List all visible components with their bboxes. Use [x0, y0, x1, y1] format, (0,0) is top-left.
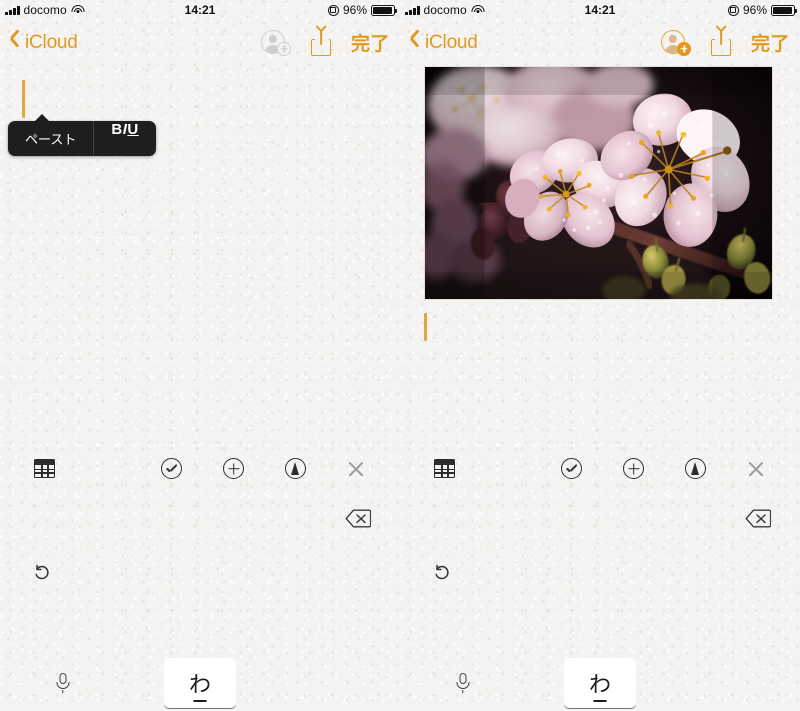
back-button-label: iCloud [425, 32, 478, 54]
menu-item-paste[interactable]: ペースト [8, 121, 93, 156]
close-keyboard-icon[interactable] [347, 459, 366, 478]
table-icon[interactable] [34, 459, 55, 478]
chevron-left-icon [410, 33, 421, 52]
text-caret [424, 313, 427, 341]
share-arrow-icon [320, 30, 322, 45]
add-collaborator-button[interactable] [661, 30, 691, 56]
share-button[interactable] [311, 30, 331, 56]
note-body-left[interactable]: ペースト BIU [0, 65, 400, 448]
battery-icon [371, 5, 395, 16]
menu-item-format-biu[interactable]: BIU [93, 121, 155, 156]
status-bar-right: docomo 14:21 96% [400, 0, 800, 20]
undo-icon [432, 562, 452, 582]
rotation-lock-icon [328, 5, 339, 16]
mic-icon [56, 673, 70, 693]
share-arrow-icon [720, 30, 722, 45]
done-button[interactable]: 完了 [351, 29, 390, 56]
markup-pen-icon[interactable] [285, 458, 306, 479]
rotation-lock-icon [728, 5, 739, 16]
status-bar-left: docomo 14:21 96% [0, 0, 400, 20]
status-right-group: 96% [728, 3, 795, 17]
back-button-icloud[interactable]: iCloud [10, 32, 78, 54]
share-button[interactable] [711, 30, 731, 56]
underline-label: U [127, 121, 138, 138]
back-button-label: iCloud [25, 32, 78, 54]
battery-percent-label: 96% [743, 3, 767, 17]
panel-right: docomo 14:21 96% iCloud [400, 0, 800, 711]
nav-actions-left: 完了 [261, 29, 390, 56]
key-kana-wa[interactable]: わ [164, 658, 237, 708]
dual-screenshot-comparison: docomo 14:21 96% iCloud [0, 0, 800, 711]
note-body-right[interactable] [400, 65, 800, 448]
delete-icon [345, 508, 371, 527]
navigation-bar-left: iCloud 完了 [0, 20, 400, 65]
battery-percent-label: 96% [343, 3, 367, 17]
cherry-blossom-photo-icon [425, 67, 772, 300]
navigation-bar-right: iCloud 完了 [400, 20, 800, 65]
mic-icon [456, 673, 470, 693]
key-kana-wa[interactable]: わ [564, 658, 637, 708]
done-button[interactable]: 完了 [751, 29, 790, 56]
paste-context-menu: ペースト BIU [8, 121, 156, 156]
table-icon[interactable] [434, 459, 455, 478]
chevron-left-icon [10, 33, 21, 52]
panel-left: docomo 14:21 96% iCloud [0, 0, 400, 711]
plus-badge-icon [277, 42, 291, 56]
plus-badge-icon [677, 42, 691, 56]
back-button-icloud[interactable]: iCloud [410, 32, 478, 54]
attached-photo[interactable] [424, 66, 773, 300]
battery-icon [771, 5, 795, 16]
markup-pen-icon[interactable] [685, 458, 706, 479]
text-caret [22, 80, 25, 118]
delete-icon [745, 508, 771, 527]
undo-icon [32, 562, 52, 582]
add-collaborator-button[interactable] [261, 30, 291, 56]
status-right-group: 96% [328, 3, 395, 17]
close-keyboard-icon[interactable] [747, 459, 766, 478]
nav-actions-right: 完了 [661, 29, 790, 56]
bold-label: B [111, 121, 122, 138]
